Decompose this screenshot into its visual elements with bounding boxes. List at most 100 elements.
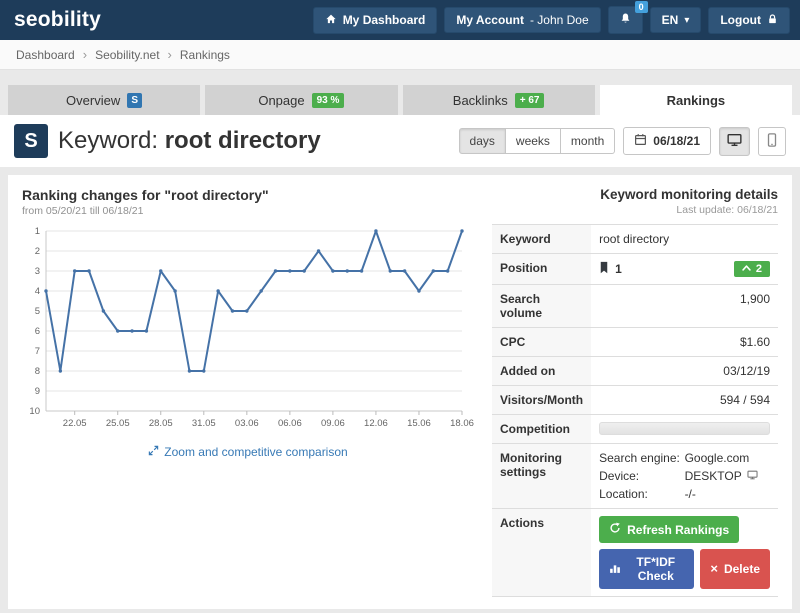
actions-label: Actions (492, 509, 591, 597)
tab-overview-label: Overview (66, 93, 120, 108)
actions-cell: Refresh Rankings TF*IDF Check × Delete (591, 509, 778, 597)
table-row-visitors: Visitors/Month 594 / 594 (492, 386, 778, 415)
tab-onpage[interactable]: Onpage 93 % (205, 85, 397, 115)
expand-icon (148, 445, 159, 459)
desktop-mini-icon (747, 469, 758, 483)
table-row-actions: Actions Refresh Rankings TF*IDF Check (492, 509, 778, 597)
range-days-button[interactable]: days (459, 128, 506, 154)
svg-text:22.05: 22.05 (63, 418, 87, 429)
table-row-added-on: Added on 03/12/19 (492, 357, 778, 386)
mobile-icon (766, 133, 778, 150)
details-heading: Keyword monitoring details (492, 187, 778, 202)
device-value-wrap: DESKTOP (685, 469, 770, 483)
svg-text:10: 10 (29, 406, 40, 417)
ranking-line-chart[interactable]: 1234567891022.0525.0528.0531.0503.0606.0… (22, 223, 474, 439)
table-row-monitoring: Monitoring settings Search engine: Googl… (492, 444, 778, 509)
title-controls: days weeks month 06/18/21 (459, 127, 786, 156)
svg-text:2: 2 (35, 246, 40, 257)
tab-rankings[interactable]: Rankings (600, 85, 792, 115)
svg-text:31.05: 31.05 (192, 418, 216, 429)
mobile-device-button[interactable] (758, 127, 786, 156)
table-row-search-volume: Search volume 1,900 (492, 285, 778, 328)
position-change-value: 2 (756, 263, 762, 275)
breadcrumb-rankings: Rankings (180, 48, 230, 62)
visitors-label: Visitors/Month (492, 386, 591, 415)
notifications-button[interactable]: 0 (608, 6, 643, 34)
onpage-score-badge: 93 % (312, 93, 345, 108)
visitors-value: 594 / 594 (591, 386, 778, 415)
svg-text:6: 6 (35, 326, 40, 337)
svg-text:28.05: 28.05 (149, 418, 173, 429)
search-engine-value: Google.com (685, 451, 770, 465)
tab-backlinks[interactable]: Backlinks + 67 (403, 85, 595, 115)
language-label: EN (662, 13, 679, 27)
location-label: Location: (599, 487, 684, 501)
added-on-label: Added on (492, 357, 591, 386)
breadcrumb-dashboard[interactable]: Dashboard (16, 48, 75, 62)
seobility-logo[interactable]: seobility (10, 8, 101, 32)
range-weeks-button[interactable]: weeks (506, 128, 561, 154)
seobility-app: seobility My Dashboard My Account - John… (0, 0, 800, 613)
search-volume-value: 1,900 (591, 285, 778, 328)
page-title-bar: S Keyword: root directory days weeks mon… (0, 115, 800, 167)
tfidf-check-button[interactable]: TF*IDF Check (599, 549, 694, 589)
cpc-label: CPC (492, 328, 591, 357)
keyword-value: root directory (591, 225, 778, 254)
desktop-icon (727, 133, 742, 150)
keyword-label: Keyword (492, 225, 591, 254)
chart-title: Ranking changes for "root directory" (22, 187, 474, 203)
position-value: 1 (615, 262, 622, 276)
page-title-prefix: Keyword: (58, 127, 158, 154)
logout-button[interactable]: Logout (708, 7, 790, 34)
tfidf-check-label: TF*IDF Check (627, 555, 684, 583)
bell-icon (619, 12, 632, 28)
main-panel: Ranking changes for "root directory" fro… (8, 175, 792, 609)
svg-text:5: 5 (35, 306, 40, 317)
my-account-user: - John Doe (530, 13, 589, 27)
refresh-rankings-button[interactable]: Refresh Rankings (599, 516, 739, 543)
my-dashboard-button[interactable]: My Dashboard (313, 7, 438, 34)
range-month-button[interactable]: month (561, 128, 615, 154)
keyword-details-section: Keyword monitoring details Last update: … (492, 187, 778, 597)
competition-progress-bar (599, 422, 770, 435)
topbar-actions: My Dashboard My Account - John Doe 0 EN … (313, 6, 790, 34)
svg-text:3: 3 (35, 266, 40, 277)
added-on-value: 03/12/19 (591, 357, 778, 386)
chart-subtitle: from 05/20/21 till 06/18/21 (22, 205, 474, 217)
position-label: Position (492, 254, 591, 285)
table-row-position: Position 1 2 (492, 254, 778, 285)
monitoring-cell: Search engine: Google.com Device: DESKTO… (591, 444, 778, 509)
tab-overview[interactable]: Overview S (8, 85, 200, 115)
breadcrumb: Dashboard › Seobility.net › Rankings (0, 40, 800, 70)
svg-text:7: 7 (35, 346, 40, 357)
seobility-brand-icon: S (14, 124, 48, 158)
calendar-icon (634, 133, 647, 149)
zoom-link-label: Zoom and competitive comparison (164, 445, 347, 459)
close-icon: × (710, 564, 718, 574)
date-picker-button[interactable]: 06/18/21 (623, 127, 711, 155)
lock-icon (767, 13, 778, 28)
tab-onpage-label: Onpage (258, 93, 304, 108)
section-tabs: Overview S Onpage 93 % Backlinks + 67 Ra… (0, 85, 800, 115)
bar-chart-icon (609, 562, 621, 577)
chevron-up-icon (742, 263, 751, 275)
zoom-comparison-link[interactable]: Zoom and competitive comparison (22, 445, 474, 459)
svg-text:03.06: 03.06 (235, 418, 259, 429)
refresh-rankings-label: Refresh Rankings (627, 523, 729, 537)
cpc-value: $1.60 (591, 328, 778, 357)
desktop-device-button[interactable] (719, 127, 750, 156)
breadcrumb-project[interactable]: Seobility.net (95, 48, 159, 62)
backlinks-badge: + 67 (515, 93, 545, 108)
breadcrumb-separator-icon: › (83, 47, 87, 62)
delete-label: Delete (724, 562, 760, 576)
my-account-button[interactable]: My Account - John Doe (444, 7, 600, 33)
svg-text:12.06: 12.06 (364, 418, 388, 429)
competition-cell (591, 415, 778, 444)
tab-rankings-label: Rankings (667, 93, 726, 108)
delete-button[interactable]: × Delete (700, 549, 770, 589)
position-change-badge[interactable]: 2 (734, 261, 770, 277)
device-label: Device: (599, 469, 684, 483)
my-account-label: My Account (456, 13, 524, 27)
language-dropdown[interactable]: EN ▾ (650, 7, 702, 33)
position-cell: 1 2 (591, 254, 778, 285)
